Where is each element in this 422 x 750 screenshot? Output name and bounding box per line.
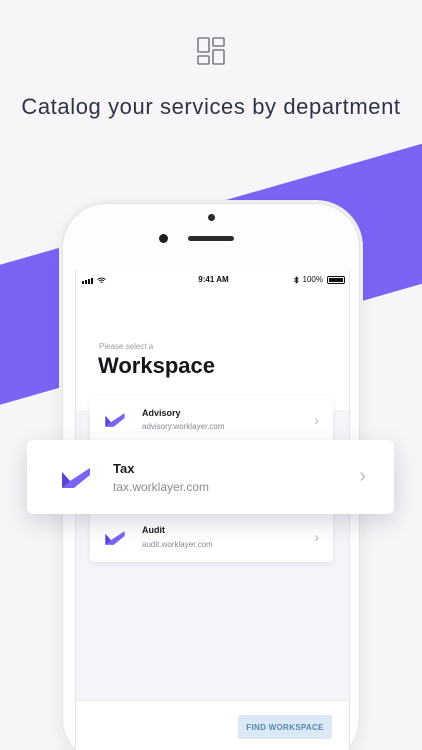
screen-subtitle: Please select a: [99, 342, 154, 351]
bottom-bar: FIND WORKSPACE: [76, 700, 348, 750]
bluetooth-icon: [293, 275, 299, 284]
workspace-name: Audit: [142, 525, 165, 535]
headline: Catalog your services by department: [21, 94, 401, 119]
workspace-url: tax.worklayer.com: [113, 480, 210, 494]
screen-title: Workspace: [98, 353, 215, 378]
worklayer-logo-icon: [105, 531, 125, 545]
status-right: 100%: [293, 275, 345, 284]
workspace-card-audit[interactable]: Audit audit.worklayer.com ›: [90, 512, 333, 562]
battery-icon: [327, 275, 345, 284]
phone-sensor: [159, 234, 168, 243]
workspace-name: Advisory: [142, 408, 181, 418]
chevron-right-icon: ›: [314, 412, 319, 428]
workspace-url: audit.worklayer.com: [142, 540, 213, 549]
find-workspace-button[interactable]: FIND WORKSPACE: [238, 715, 332, 739]
status-bar: 9:41 AM 100%: [76, 270, 349, 290]
phone-speaker: [188, 236, 234, 241]
workspace-url: advisory.worklayer.com: [142, 422, 225, 431]
page: Catalog your services by department 9:41…: [0, 0, 422, 750]
dashboard-layout-icon: [197, 37, 225, 65]
battery-percent: 100%: [302, 275, 323, 284]
workspace-card-advisory[interactable]: Advisory advisory.worklayer.com ›: [90, 396, 333, 446]
worklayer-logo-icon: [105, 413, 125, 427]
phone-camera: [208, 214, 215, 221]
worklayer-logo-icon: [62, 468, 90, 488]
chevron-right-icon: ›: [314, 529, 319, 545]
chevron-right-icon: ›: [359, 465, 366, 487]
workspace-name: Tax: [113, 461, 135, 476]
workspace-card-tax[interactable]: Tax tax.worklayer.com ›: [27, 440, 394, 514]
